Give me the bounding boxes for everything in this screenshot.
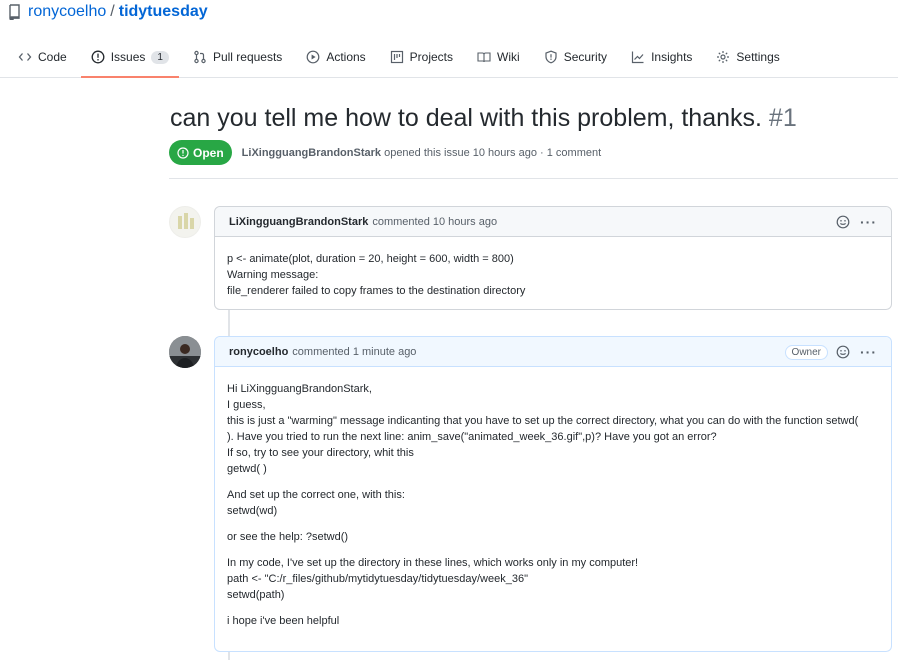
tab-label: Settings (736, 50, 780, 64)
repo-title: ronycoelho / tidytuesday (8, 3, 208, 21)
comment-line: And set up the correct one, with this: (227, 489, 405, 501)
issue-state-label: Open (193, 145, 224, 160)
issue-open-icon (177, 146, 189, 159)
tab-label: Wiki (497, 50, 520, 64)
issues-count-badge: 1 (151, 50, 169, 64)
comment-line: i hope i've been helpful (227, 615, 340, 627)
tab-label: Code (38, 50, 67, 64)
repo-nav-tabs: Code Issues 1 Pull requests Actions Proj… (8, 38, 794, 78)
comment-paragraph: And set up the correct one, with this: se… (227, 487, 879, 519)
tab-label: Actions (326, 50, 366, 64)
play-icon (306, 50, 320, 64)
tab-code[interactable]: Code (8, 38, 77, 76)
comment-line: Warning message: (227, 269, 319, 281)
tab-wiki[interactable]: Wiki (467, 38, 530, 76)
comment-paragraph: p <- animate(plot, duration = 20, height… (227, 251, 879, 299)
avatar[interactable] (169, 336, 201, 368)
tab-security[interactable]: Security (534, 38, 617, 76)
gear-icon (716, 50, 730, 64)
tab-settings[interactable]: Settings (706, 38, 789, 76)
tab-issues[interactable]: Issues 1 (80, 38, 179, 78)
repo-separator: / (110, 3, 115, 20)
comment: LiXingguangBrandonStark commented 10 hou… (214, 206, 892, 310)
issue-meta-text: LiXingguangBrandonStark opened this issu… (242, 147, 601, 159)
comment-line: this is just a "warming" message indican… (227, 415, 859, 427)
comment: ronycoelho commented 1 minute ago Owner … (214, 336, 892, 652)
issue-author-link[interactable]: LiXingguangBrandonStark (242, 147, 381, 159)
comment-paragraph: In my code, I've set up the directory in… (227, 555, 879, 603)
repo-name-link[interactable]: tidytuesday (119, 3, 208, 21)
tab-projects[interactable]: Projects (380, 38, 463, 76)
repo-icon (8, 4, 22, 20)
comment-line: setwd(path) (227, 589, 285, 601)
tab-label: Security (563, 50, 608, 64)
comment-line: If so, try to see your directory, whit t… (227, 447, 414, 459)
smiley-icon[interactable] (836, 345, 850, 359)
comment-author-link[interactable]: LiXingguangBrandonStark (229, 216, 368, 228)
tab-label: Pull requests (212, 50, 283, 64)
issue-meta: Open LiXingguangBrandonStark opened this… (169, 140, 601, 165)
book-icon (477, 50, 491, 64)
code-icon (18, 50, 32, 64)
comment-body: p <- animate(plot, duration = 20, height… (215, 237, 891, 311)
repo-header: ronycoelho / tidytuesday Code Issues 1 P… (0, 0, 898, 78)
issue-number: #1 (768, 104, 797, 132)
comment-tools: ··· (836, 207, 877, 237)
smiley-icon[interactable] (836, 215, 850, 229)
comment-header: LiXingguangBrandonStark commented 10 hou… (215, 207, 891, 237)
header-divider (169, 178, 898, 179)
avatar[interactable] (169, 206, 201, 238)
comment-line: path <- "C:/r_files/github/mytidytuesday… (227, 573, 528, 585)
issue-meta-detail: opened this issue 10 hours ago · 1 comme… (384, 146, 602, 159)
tab-pull-requests[interactable]: Pull requests (183, 38, 292, 76)
comment-line: getwd( ) (227, 463, 267, 475)
comment-line: In my code, I've set up the directory in… (227, 557, 639, 569)
more-options-icon[interactable]: ··· (860, 214, 877, 230)
tab-insights[interactable]: Insights (621, 38, 702, 76)
tab-actions[interactable]: Actions (296, 38, 375, 76)
comment-tools: Owner ··· (784, 337, 877, 367)
comment-timestamp[interactable]: commented 10 hours ago (372, 216, 497, 228)
graph-icon (631, 50, 645, 64)
comment-timestamp[interactable]: commented 1 minute ago (292, 346, 416, 358)
project-icon (390, 50, 404, 64)
issue-icon (91, 50, 105, 64)
issue-title: can you tell me how to deal with this pr… (170, 104, 797, 133)
comment-body: Hi LiXingguangBrandonStark, I guess, this … (215, 367, 891, 641)
issue-state-badge: Open (169, 140, 232, 165)
comment-line: I guess, (227, 399, 266, 411)
comment-line: or see the help: ?setwd() (227, 531, 349, 543)
comment-paragraph: i hope i've been helpful (227, 613, 879, 629)
comment-line: setwd(wd) (227, 505, 278, 517)
tab-label: Issues (110, 50, 146, 64)
tab-label: Insights (651, 50, 693, 64)
tab-label: Projects (409, 50, 454, 64)
shield-icon (544, 50, 558, 64)
comment-line: Hi LiXingguangBrandonStark, (227, 383, 372, 395)
comment-paragraph: Hi LiXingguangBrandonStark, I guess, this … (227, 381, 879, 477)
pull-request-icon (193, 50, 207, 64)
comment-line: p <- animate(plot, duration = 20, height… (227, 253, 514, 265)
comment-author-link[interactable]: ronycoelho (229, 346, 288, 358)
comment-paragraph: or see the help: ?setwd() (227, 529, 879, 545)
owner-badge: Owner (784, 344, 828, 360)
repo-owner-link[interactable]: ronycoelho (28, 3, 106, 21)
more-options-icon[interactable]: ··· (860, 344, 877, 360)
comment-header: ronycoelho commented 1 minute ago Owner … (215, 337, 891, 367)
issue-title-text: can you tell me how to deal with this pr… (170, 104, 762, 132)
comment-line: ). Have you tried to run the next line: … (227, 431, 717, 443)
comment-line: file_renderer failed to copy frames to t… (227, 285, 526, 297)
